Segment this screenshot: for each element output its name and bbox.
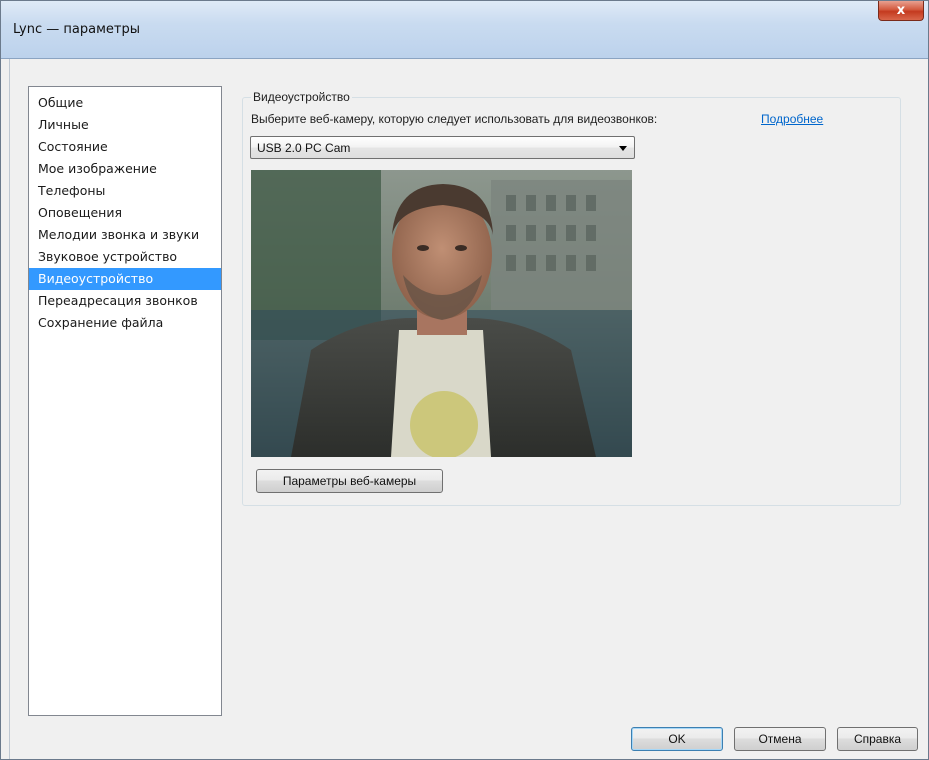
- window-title: Lync — параметры: [13, 22, 140, 37]
- video-preview: [251, 170, 632, 457]
- webcam-settings-button[interactable]: Параметры веб-камеры: [256, 469, 443, 493]
- ok-label: OK: [668, 732, 686, 746]
- close-icon: x: [896, 3, 906, 18]
- sidebar-item-my-picture[interactable]: Мое изображение: [29, 158, 221, 180]
- sidebar-item-personal[interactable]: Личные: [29, 114, 221, 136]
- sidebar-item-general[interactable]: Общие: [29, 92, 221, 114]
- camera-prompt-label: Выберите веб-камеру, которую следует исп…: [251, 112, 658, 126]
- sidebar-item-status[interactable]: Состояние: [29, 136, 221, 158]
- options-dialog: Lync — параметры x Общие Личные Состояни…: [0, 0, 929, 760]
- sidebar-item-video-device[interactable]: Видеоустройство: [29, 268, 221, 290]
- camera-select[interactable]: USB 2.0 PC Cam: [250, 136, 635, 159]
- title-bar[interactable]: Lync — параметры x: [1, 1, 928, 59]
- cancel-button[interactable]: Отмена: [734, 727, 826, 751]
- camera-select-value: USB 2.0 PC Cam: [257, 141, 351, 155]
- ok-button[interactable]: OK: [631, 727, 723, 751]
- sidebar-item-ringtones-sounds[interactable]: Мелодии звонка и звуки: [29, 224, 221, 246]
- group-title: Видеоустройство: [251, 90, 352, 104]
- webcam-preview-image: [251, 170, 632, 457]
- sidebar-item-call-forwarding[interactable]: Переадресация звонков: [29, 290, 221, 312]
- sidebar-item-phones[interactable]: Телефоны: [29, 180, 221, 202]
- learn-more-link[interactable]: Подробнее: [761, 112, 823, 126]
- chevron-down-icon: [619, 146, 627, 151]
- help-button[interactable]: Справка: [837, 727, 918, 751]
- options-category-list[interactable]: Общие Личные Состояние Мое изображение Т…: [28, 86, 222, 716]
- sidebar-item-file-saving[interactable]: Сохранение файла: [29, 312, 221, 334]
- cancel-label: Отмена: [758, 732, 802, 746]
- sidebar-item-audio-device[interactable]: Звуковое устройство: [29, 246, 221, 268]
- webcam-settings-label: Параметры веб-камеры: [282, 474, 417, 488]
- help-label: Справка: [853, 732, 902, 746]
- sidebar-item-alerts[interactable]: Оповещения: [29, 202, 221, 224]
- close-button[interactable]: x: [878, 1, 924, 21]
